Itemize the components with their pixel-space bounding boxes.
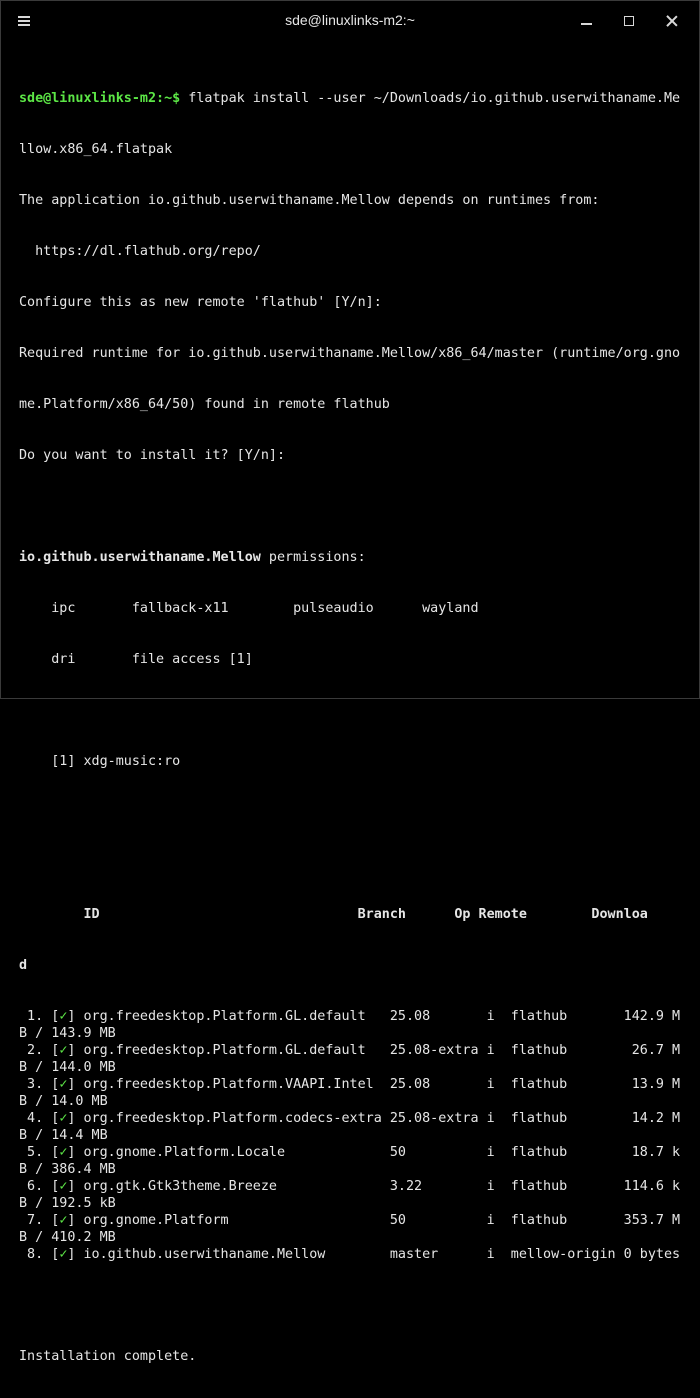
permissions-label: permissions: (260, 550, 366, 565)
terminal-output[interactable]: sde@linuxlinks-m2:~$ flatpak install --u… (19, 56, 689, 1398)
command-text: flatpak install --user ~/Downloads/io.gi… (180, 91, 681, 106)
shell-prompt: sde@linuxlinks-m2:~$ (19, 91, 181, 106)
row-details: ] org.gnome.Platform 50 i flathub 353.7 … (67, 1213, 681, 1228)
check-mark-icon: ✓ (59, 1111, 68, 1126)
row-details: ] org.gnome.Platform.Locale 50 i flathub… (67, 1145, 681, 1160)
table-row: 6. [✓] org.gtk.Gtk3theme.Breeze 3.22 i f… (19, 1178, 689, 1195)
check-mark-icon: ✓ (59, 1077, 68, 1092)
completion-message: Installation complete. (19, 1349, 197, 1364)
check-mark-icon: ✓ (59, 1213, 68, 1228)
table-row: 2. [✓] org.freedesktop.Platform.GL.defau… (19, 1042, 689, 1059)
table-header-wrap: d (19, 958, 28, 973)
table-row-wrap: B / 14.4 MB (19, 1128, 108, 1143)
check-mark-icon: ✓ (59, 1043, 68, 1058)
row-index: 1. [ (19, 1009, 60, 1024)
row-details: ] io.github.userwithaname.Mellow master … (67, 1247, 681, 1262)
table-row: 5. [✓] org.gnome.Platform.Locale 50 i fl… (19, 1144, 689, 1161)
table-row: 3. [✓] org.freedesktop.Platform.VAAPI.In… (19, 1076, 689, 1093)
permissions-app-id: io.github.userwithaname.Mellow (19, 550, 261, 565)
table-row-wrap: B / 144.0 MB (19, 1060, 116, 1075)
output-line: Configure this as new remote 'flathub' [… (19, 295, 382, 310)
command-line-wrap: llow.x86_64.flatpak (19, 142, 173, 157)
output-line: Do you want to install it? [Y/n]: (19, 448, 286, 463)
title-bar[interactable]: sde@linuxlinks-m2:~ (1, 1, 699, 41)
maximize-button[interactable] (615, 8, 643, 34)
table-row: 4. [✓] org.freedesktop.Platform.codecs-e… (19, 1110, 689, 1127)
table-row-wrap: B / 410.2 MB (19, 1230, 116, 1245)
table-row: 8. [✓] io.github.userwithaname.Mellow ma… (19, 1246, 689, 1263)
output-line: The application io.github.userwithaname.… (19, 193, 600, 208)
check-mark-icon: ✓ (59, 1247, 68, 1262)
row-details: ] org.freedesktop.Platform.GL.default 25… (67, 1043, 681, 1058)
table-row-wrap: B / 14.0 MB (19, 1094, 108, 1109)
row-details: ] org.freedesktop.Platform.VAAPI.Intel 2… (67, 1077, 681, 1092)
minimize-icon (580, 23, 592, 25)
row-index: 7. [ (19, 1213, 60, 1228)
check-mark-icon: ✓ (59, 1145, 68, 1160)
row-index: 5. [ (19, 1145, 60, 1160)
close-icon (666, 15, 678, 27)
row-details: ] org.gtk.Gtk3theme.Breeze 3.22 i flathu… (67, 1179, 681, 1194)
row-details: ] org.freedesktop.Platform.codecs-extra … (67, 1111, 681, 1126)
output-line: me.Platform/x86_64/50) found in remote f… (19, 397, 390, 412)
install-table: 1. [✓] org.freedesktop.Platform.GL.defau… (19, 1008, 689, 1263)
table-header: ID Branch Op Remote Downloa (19, 907, 648, 922)
row-index: 4. [ (19, 1111, 60, 1126)
table-row-wrap: B / 192.5 kB (19, 1196, 116, 1211)
table-row: 7. [✓] org.gnome.Platform 50 i flathub 3… (19, 1212, 689, 1229)
table-row-wrap: B / 386.4 MB (19, 1162, 116, 1177)
close-button[interactable] (658, 8, 686, 34)
row-index: 3. [ (19, 1077, 60, 1092)
permissions-row: ipc fallback-x11 pulseaudio wayland (19, 601, 479, 616)
permissions-row: dri file access [1] (19, 652, 253, 667)
table-row: 1. [✓] org.freedesktop.Platform.GL.defau… (19, 1008, 689, 1025)
command-line: sde@linuxlinks-m2:~$ flatpak install --u… (19, 90, 689, 107)
row-details: ] org.freedesktop.Platform.GL.default 25… (67, 1009, 681, 1024)
check-mark-icon: ✓ (59, 1009, 68, 1024)
permissions-footnote: [1] xdg-music:ro (19, 754, 181, 769)
minimize-button[interactable] (572, 8, 600, 34)
permissions-heading: io.github.userwithaname.Mellow permissio… (19, 549, 689, 566)
output-line: Required runtime for io.github.userwitha… (19, 346, 681, 361)
row-index: 8. [ (19, 1247, 60, 1262)
output-line: https://dl.flathub.org/repo/ (19, 244, 261, 259)
maximize-icon (624, 16, 634, 26)
terminal-window: sde@linuxlinks-m2:~ sde@linuxlinks-m2:~$… (0, 0, 700, 1364)
table-row-wrap: B / 143.9 MB (19, 1026, 116, 1041)
row-index: 2. [ (19, 1043, 60, 1058)
row-index: 6. [ (19, 1179, 60, 1194)
check-mark-icon: ✓ (59, 1179, 68, 1194)
